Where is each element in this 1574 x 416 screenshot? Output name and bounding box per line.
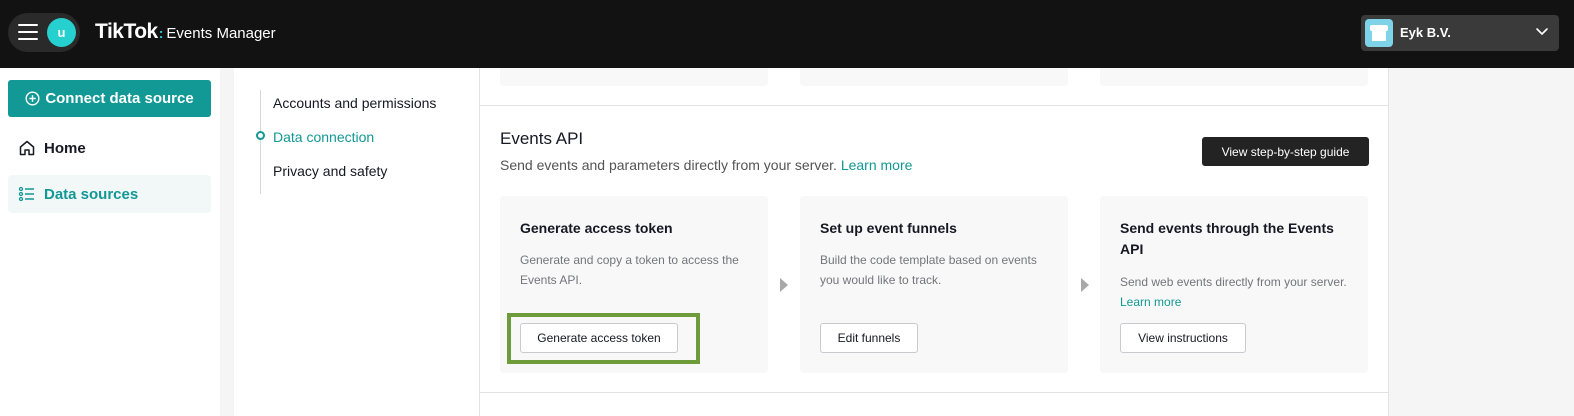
account-name: Eyk B.V. [1400, 25, 1451, 40]
previous-card-2 [800, 68, 1068, 86]
top-bar: u TikTok : Events Manager Eyk B.V. [0, 0, 1574, 68]
events-api-subtitle: Send events and parameters directly from… [500, 157, 912, 173]
brand-product-name: Events Manager [166, 25, 276, 42]
learn-more-link[interactable]: Learn more [1120, 295, 1181, 309]
connect-data-source-label: Connect data source [45, 90, 194, 107]
subnav-item-data-connection[interactable]: Data connection [273, 129, 374, 145]
plus-circle-icon [25, 91, 40, 106]
subnav-track [260, 90, 261, 194]
subnav-item-accounts-and-permissions[interactable]: Accounts and permissions [273, 95, 436, 111]
step-title: Send events through the Events API [1120, 220, 1334, 257]
step-card-event-funnels: Set up event funnels Build the code temp… [800, 196, 1068, 373]
events-api-title: Events API [500, 129, 584, 148]
brand[interactable]: TikTok : Events Manager [95, 20, 276, 44]
user-avatar[interactable]: u [47, 18, 76, 47]
edit-funnels-button[interactable]: Edit funnels [820, 323, 918, 353]
account-switcher[interactable]: Eyk B.V. [1361, 15, 1559, 51]
subnav-active-indicator [256, 131, 265, 140]
subnav-item-privacy-and-safety[interactable]: Privacy and safety [273, 163, 387, 179]
section-divider [480, 105, 1388, 106]
account-logo-icon [1365, 19, 1393, 47]
step-title: Set up event funnels [820, 220, 957, 236]
learn-more-link[interactable]: Learn more [841, 157, 913, 173]
step-description: Send web events directly from your serve… [1120, 272, 1355, 312]
view-instructions-button[interactable]: View instructions [1120, 323, 1246, 353]
brand-separator: : [158, 25, 164, 41]
events-api-subtitle-text: Send events and parameters directly from… [500, 157, 837, 173]
view-step-by-step-guide-button[interactable]: View step-by-step guide [1202, 137, 1369, 166]
sidebar-item-home[interactable]: Home [8, 129, 211, 167]
sidebar-item-label: Data sources [44, 185, 139, 203]
previous-card-3 [1100, 68, 1368, 86]
step-description-text: Send web events directly from your serve… [1120, 275, 1347, 289]
step-arrow-icon [1081, 278, 1089, 292]
step-title: Generate access token [520, 220, 673, 236]
step-card-send-events: Send events through the Events API Send … [1100, 196, 1368, 373]
highlight-box [507, 313, 700, 364]
tiktok-logo: TikTok [95, 20, 158, 43]
chevron-down-icon [1536, 28, 1548, 35]
sidebar-item-label: Home [44, 139, 86, 157]
home-icon [19, 140, 35, 156]
section-divider [480, 392, 1388, 393]
left-sidebar: Connect data source Home Data sources [0, 68, 220, 416]
hamburger-menu-icon[interactable] [18, 24, 38, 41]
previous-card-1 [500, 68, 768, 86]
settings-subnav: Accounts and permissions Data connection… [234, 68, 479, 416]
list-icon [18, 186, 34, 202]
step-description: Generate and copy a token to access the … [520, 253, 739, 287]
sidebar-item-data-sources[interactable]: Data sources [8, 175, 211, 213]
step-arrow-icon [780, 278, 788, 292]
step-description: Build the code template based on events … [820, 253, 1037, 287]
connect-data-source-button[interactable]: Connect data source [8, 80, 211, 117]
